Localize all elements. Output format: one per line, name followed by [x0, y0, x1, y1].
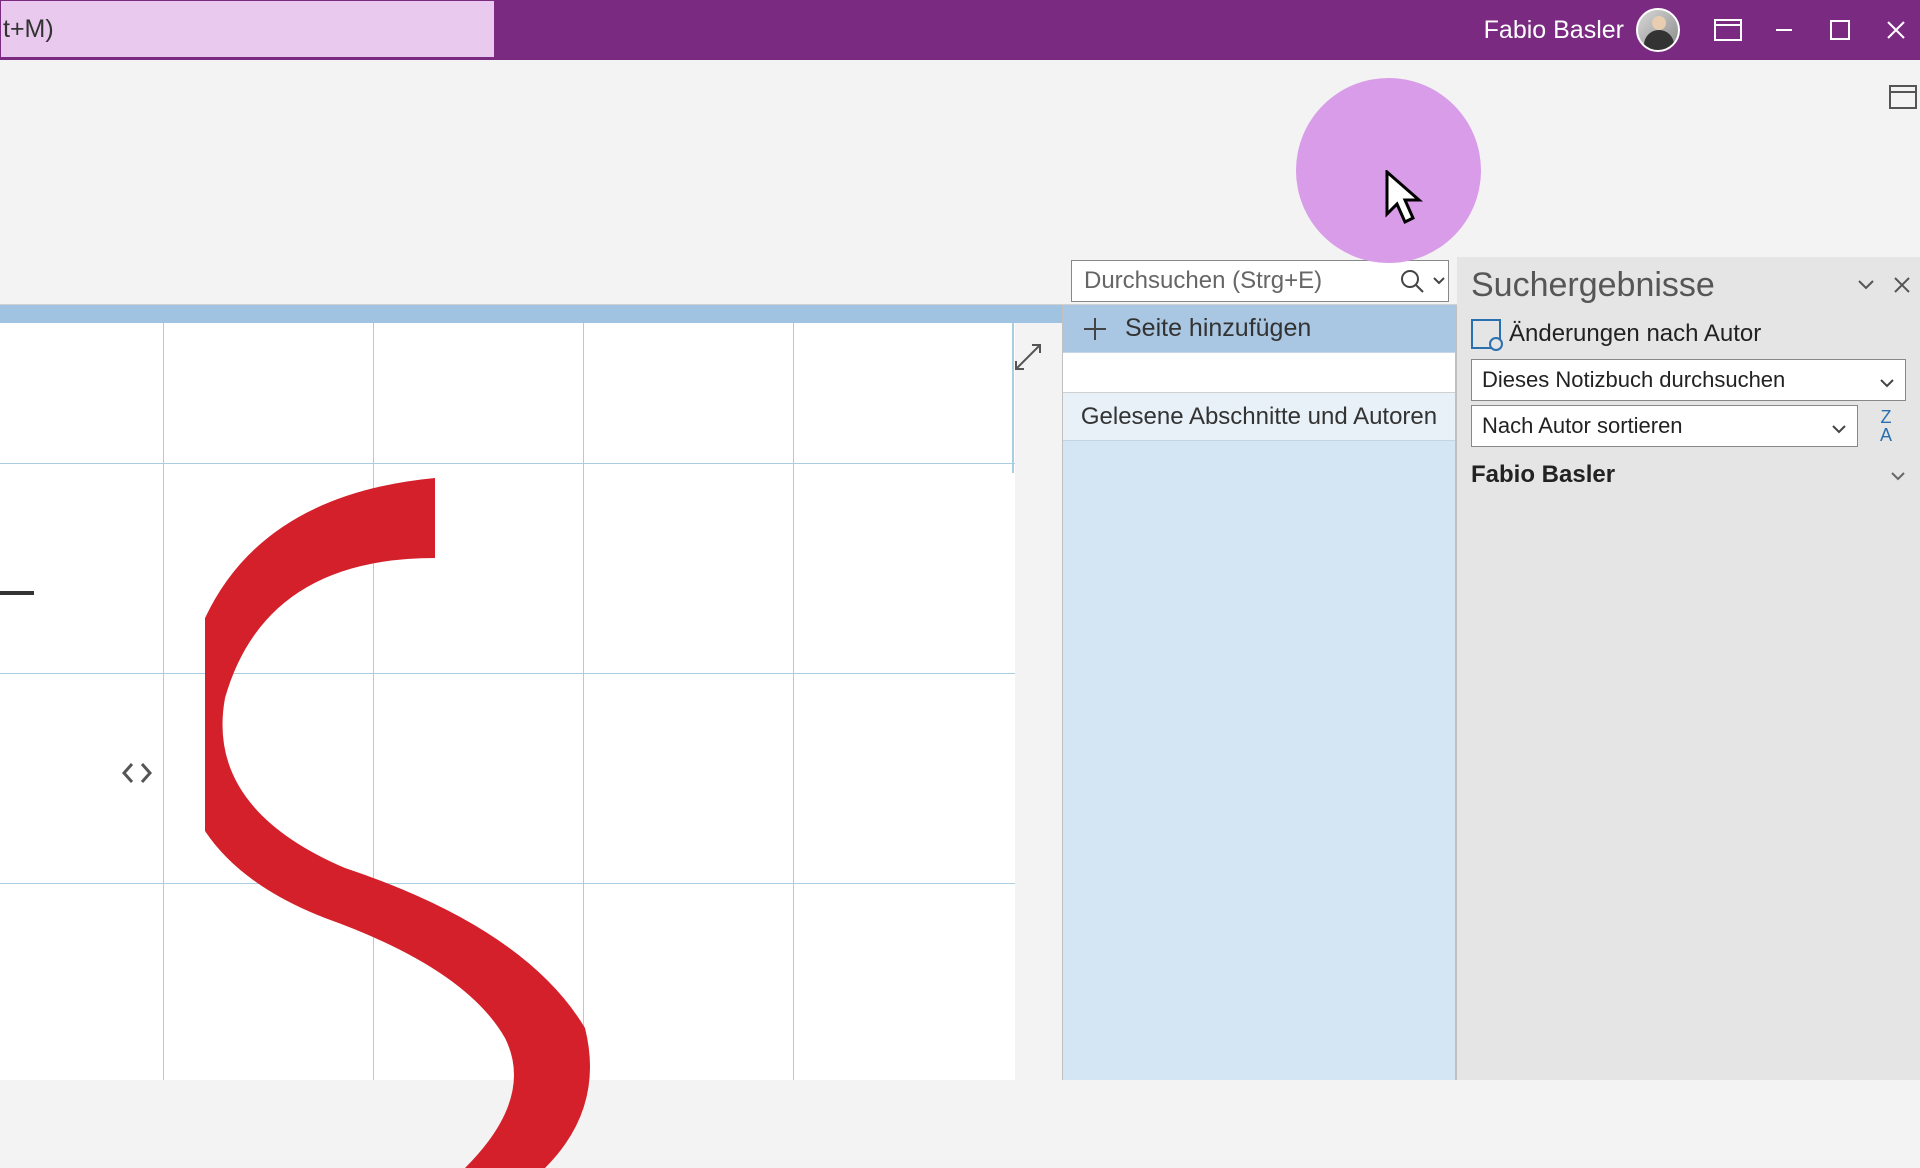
search-placeholder: Durchsuchen (Strg+E) [1072, 267, 1392, 295]
username-label: Fabio Basler [1484, 16, 1624, 45]
avatar[interactable] [1636, 8, 1680, 52]
close-button[interactable] [1868, 0, 1920, 60]
search-icon[interactable] [1392, 261, 1430, 301]
note-canvas[interactable] [0, 323, 1015, 1080]
nav-left-icon[interactable] [120, 762, 136, 784]
chevron-down-icon [1879, 369, 1901, 391]
sort-z-label: Z [1881, 408, 1892, 426]
add-page-button[interactable]: Seite hinzufügen [1063, 305, 1455, 353]
titlebar-input-text: t+M) [3, 15, 54, 44]
sections-authors-row[interactable]: Gelesene Abschnitte und Autoren [1063, 393, 1455, 441]
titlebar-input-fragment[interactable]: t+M) [0, 0, 495, 58]
nav-right-icon[interactable] [138, 762, 154, 784]
search-scope-chevron-icon[interactable] [1430, 261, 1448, 301]
changes-by-author-row[interactable]: Änderungen nach Autor [1457, 313, 1920, 355]
close-panel-icon[interactable] [1884, 267, 1920, 303]
expand-canvas-icon[interactable] [1012, 341, 1044, 378]
scope-select-label: Dieses Notizbuch durchsuchen [1482, 367, 1785, 393]
sort-direction-button[interactable]: Z A [1866, 405, 1906, 447]
author-changes-icon [1471, 319, 1501, 349]
chevron-down-icon [1831, 415, 1853, 437]
page-nav-arrows[interactable] [120, 762, 154, 784]
canvas-column [0, 305, 1062, 1080]
changes-by-author-label: Änderungen nach Autor [1509, 320, 1761, 348]
ribbon-display-options-button[interactable] [1700, 0, 1756, 60]
user-area[interactable]: Fabio Basler [1484, 8, 1680, 52]
search-results-panel: Suchergebnisse Änderungen nach Autor Die… [1456, 305, 1920, 1080]
maximize-button[interactable] [1812, 0, 1868, 60]
workspace: Durchsuchen (Strg+E) Seite hinzufügen Ge… [0, 305, 1920, 1080]
pages-panel: Durchsuchen (Strg+E) Seite hinzufügen Ge… [1062, 305, 1456, 1080]
minimize-button[interactable] [1756, 0, 1812, 60]
sort-select-label: Nach Autor sortieren [1482, 413, 1683, 439]
results-dropdown-icon[interactable] [1848, 267, 1884, 303]
cursor-pointer-icon [1385, 170, 1435, 235]
sort-row: Nach Autor sortieren Z A [1471, 405, 1906, 447]
author-name-label: Fabio Basler [1471, 461, 1615, 489]
chevron-down-icon [1890, 461, 1906, 489]
section-tab-strip[interactable] [0, 305, 1062, 323]
author-result-row[interactable]: Fabio Basler [1471, 461, 1906, 489]
canvas-edge-mark [0, 591, 34, 595]
title-bar: t+M) Fabio Basler [0, 0, 1920, 60]
page-list-item[interactable] [1063, 353, 1455, 393]
sections-authors-label: Gelesene Abschnitte und Autoren [1081, 403, 1437, 431]
plus-icon [1081, 315, 1109, 343]
results-header: Suchergebnisse [1457, 257, 1920, 313]
results-title: Suchergebnisse [1471, 266, 1848, 305]
search-box[interactable]: Durchsuchen (Strg+E) [1071, 260, 1449, 302]
red-s-drawing [205, 468, 775, 1168]
scope-select[interactable]: Dieses Notizbuch durchsuchen [1471, 359, 1906, 401]
sort-select[interactable]: Nach Autor sortieren [1471, 405, 1858, 447]
collapse-ribbon-icon[interactable] [1888, 82, 1920, 114]
sort-a-label: A [1880, 426, 1892, 444]
add-page-label: Seite hinzufügen [1125, 314, 1311, 343]
